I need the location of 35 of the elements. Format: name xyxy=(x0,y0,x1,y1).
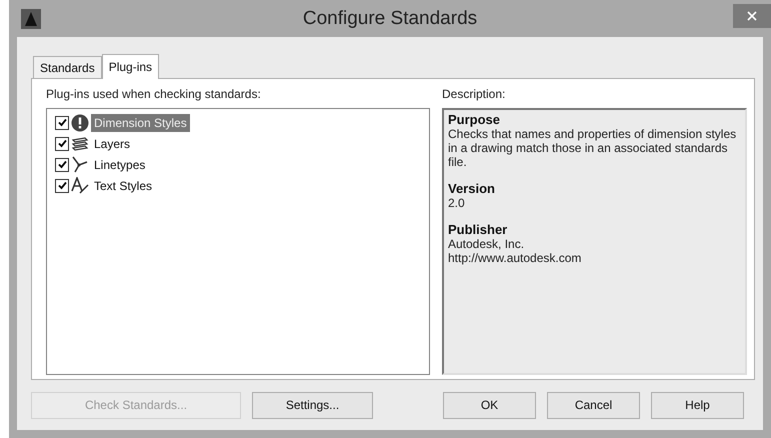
checkmark-icon xyxy=(58,139,66,148)
checkmark-icon xyxy=(58,160,66,169)
description-text: http://www.autodesk.com xyxy=(448,251,582,265)
list-item[interactable]: Text Styles xyxy=(91,176,156,194)
list-label: Plug-ins used when checking standards: xyxy=(46,87,262,103)
tab[interactable]: Plug-ins xyxy=(102,54,160,79)
checkmark-icon xyxy=(58,118,66,127)
app-logo-icon xyxy=(21,8,41,28)
section-heading: Purpose xyxy=(448,112,502,127)
dialog-button[interactable]: Settings... xyxy=(252,392,373,418)
dialog-button[interactable]: Cancel xyxy=(547,392,640,418)
dialog-button[interactable]: OK xyxy=(443,392,536,418)
section-heading: Publisher xyxy=(448,222,508,237)
description-label: Description: xyxy=(442,87,506,103)
close-icon xyxy=(747,11,757,21)
close-button[interactable] xyxy=(733,4,771,28)
description-text: Autodesk, Inc. xyxy=(448,237,526,251)
description-text: 2.0 xyxy=(448,196,466,210)
description-text: Checks that names and properties of dimension styles in a drawing match those in an associated standards file. xyxy=(448,127,738,169)
list-item[interactable]: Dimension Styles xyxy=(91,114,190,132)
warning-icon xyxy=(71,114,89,132)
list-item[interactable]: Layers xyxy=(91,134,134,152)
window-title: Configure Standards xyxy=(302,8,478,30)
list-item[interactable]: Linetypes xyxy=(91,156,148,174)
checkbox[interactable] xyxy=(55,116,69,130)
line-tool-icon xyxy=(71,156,89,174)
checkbox[interactable] xyxy=(55,158,69,172)
section-heading: Version xyxy=(448,181,496,196)
layers-icon xyxy=(71,136,89,152)
text-style-icon xyxy=(71,176,89,194)
checkbox[interactable] xyxy=(55,136,69,150)
checkbox[interactable] xyxy=(55,178,69,192)
dialog-button[interactable]: Help xyxy=(651,392,744,418)
checkmark-icon xyxy=(58,181,66,190)
tab[interactable]: Standards xyxy=(33,56,102,78)
